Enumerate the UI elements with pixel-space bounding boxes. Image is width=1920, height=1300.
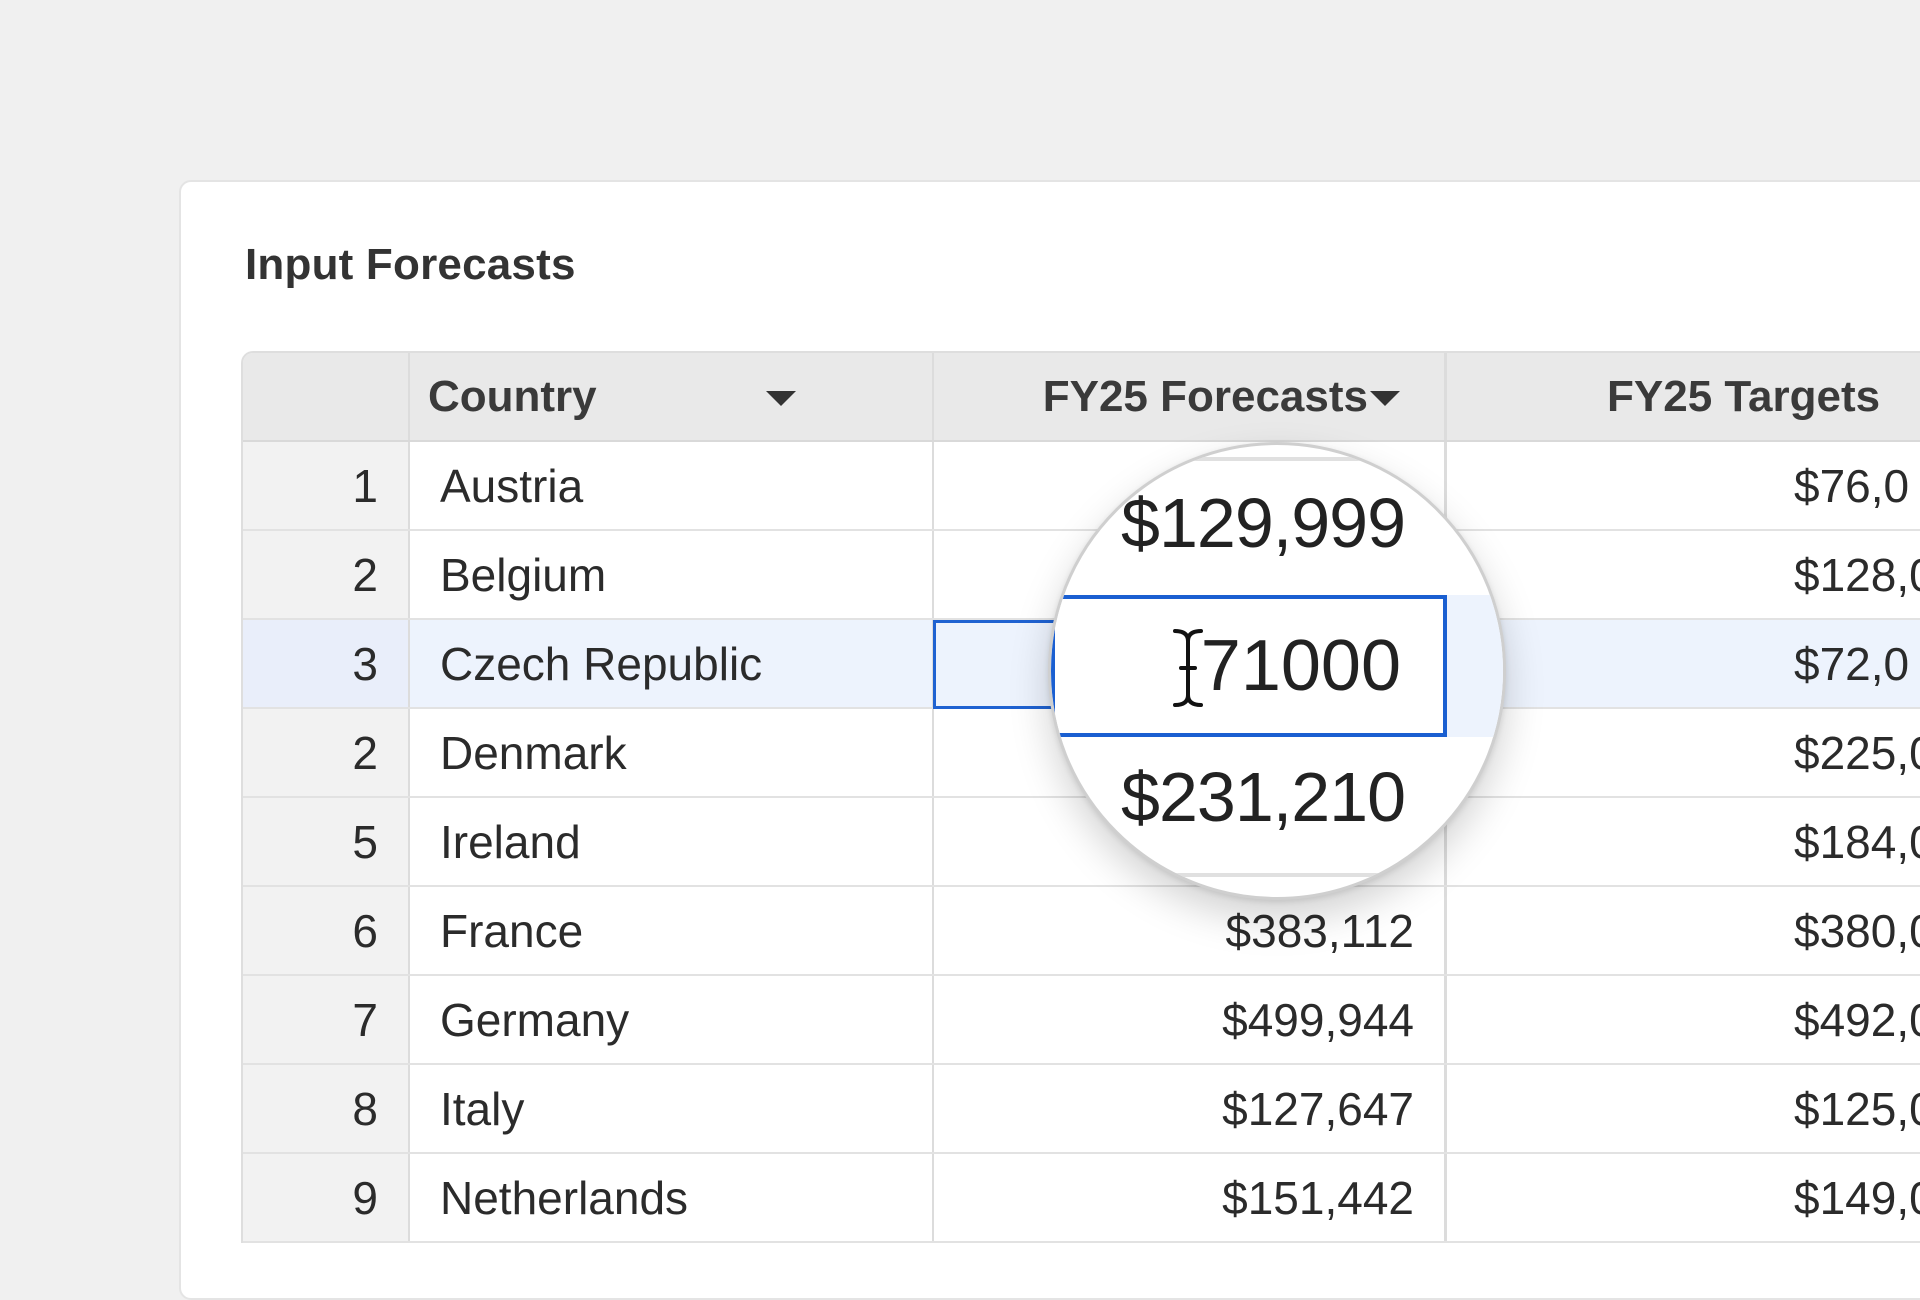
target-value: $492,0 bbox=[1794, 993, 1920, 1046]
country-cell[interactable]: Austria bbox=[410, 442, 934, 529]
header-forecasts-label: FY25 Forecasts bbox=[1042, 371, 1368, 421]
magnified-row-divider bbox=[1051, 873, 1503, 877]
target-cell[interactable]: $128,0 bbox=[1447, 531, 1920, 618]
country-cell[interactable]: Denmark bbox=[410, 709, 934, 796]
target-value: $380,0 bbox=[1794, 904, 1920, 957]
header-country-label: Country bbox=[428, 371, 597, 421]
row-index: 7 bbox=[243, 976, 410, 1063]
country-cell[interactable]: Belgium bbox=[410, 531, 934, 618]
target-value: $128,0 bbox=[1794, 548, 1920, 601]
row-index: 8 bbox=[243, 1065, 410, 1152]
magnified-edit-value[interactable]: 71000 bbox=[1201, 625, 1401, 707]
row-index: 2 bbox=[243, 531, 410, 618]
target-cell[interactable]: $225,0 bbox=[1447, 709, 1920, 796]
forecast-cell[interactable]: $499,944 bbox=[934, 976, 1447, 1063]
forecast-cell[interactable]: $151,442 bbox=[934, 1154, 1447, 1241]
header-forecasts[interactable]: FY25 Forecasts bbox=[934, 353, 1447, 440]
target-value: $149,0 bbox=[1794, 1171, 1920, 1224]
magnified-selected-row-tint bbox=[1447, 595, 1503, 737]
row-index: 6 bbox=[243, 887, 410, 974]
table-header: Country FY25 Forecasts FY25 Targets bbox=[243, 353, 1920, 442]
target-cell[interactable]: $125,0 bbox=[1447, 1065, 1920, 1152]
row-index: 3 bbox=[243, 620, 410, 707]
target-cell[interactable]: $184,0 bbox=[1447, 798, 1920, 885]
target-value: $225,0 bbox=[1794, 726, 1920, 779]
target-cell[interactable]: $149,0 bbox=[1447, 1154, 1920, 1241]
country-cell[interactable]: France bbox=[410, 887, 934, 974]
country-cell[interactable]: Italy bbox=[410, 1065, 934, 1152]
caret-down-icon[interactable] bbox=[1370, 391, 1400, 406]
panel-title: Input Forecasts bbox=[245, 240, 576, 289]
country-cell[interactable]: Germany bbox=[410, 976, 934, 1063]
country-cell[interactable]: Czech Republic bbox=[410, 620, 934, 707]
magnified-row-divider bbox=[1051, 457, 1503, 461]
magnified-value-below: $231,210 bbox=[1121, 758, 1406, 836]
target-value: $184,0 bbox=[1794, 815, 1920, 868]
table-row[interactable]: 6France$383,112 $380,0 bbox=[243, 887, 1920, 976]
header-targets-label: FY25 Targets bbox=[1607, 371, 1881, 421]
target-value: $125,0 bbox=[1794, 1082, 1920, 1135]
magnified-value-above: $129,999 bbox=[1121, 484, 1406, 562]
country-cell[interactable]: Ireland bbox=[410, 798, 934, 885]
row-index: 2 bbox=[243, 709, 410, 796]
header-index bbox=[243, 353, 410, 440]
table-row[interactable]: 9Netherlands$151,442 $149,0 bbox=[243, 1154, 1920, 1243]
target-value: $76,0 bbox=[1794, 459, 1910, 512]
target-value: $72,0 bbox=[1794, 637, 1910, 690]
target-cell[interactable]: $72,0 bbox=[1447, 620, 1920, 707]
magnified-edit-cell[interactable]: 71000 bbox=[1051, 595, 1447, 737]
country-cell[interactable]: Netherlands bbox=[410, 1154, 934, 1241]
header-country[interactable]: Country bbox=[410, 353, 934, 440]
table-row[interactable]: 1 Austria $76,0 bbox=[243, 442, 1920, 531]
row-index: 1 bbox=[243, 442, 410, 529]
magnifier-lens: $129,999 71000 $231,210 bbox=[1048, 442, 1506, 900]
target-cell[interactable]: $492,0 bbox=[1447, 976, 1920, 1063]
forecast-cell[interactable]: $383,112 bbox=[934, 887, 1447, 974]
header-targets[interactable]: FY25 Targets bbox=[1447, 353, 1920, 440]
table-row[interactable]: 8Italy$127,647 $125,0 bbox=[243, 1065, 1920, 1154]
row-index: 5 bbox=[243, 798, 410, 885]
forecast-table: Country FY25 Forecasts FY25 Targets 1 Aus… bbox=[241, 351, 1920, 1243]
target-cell[interactable]: $380,0 bbox=[1447, 887, 1920, 974]
row-index: 9 bbox=[243, 1154, 410, 1241]
table-row[interactable]: 7Germany$499,944 $492,0 bbox=[243, 976, 1920, 1065]
forecast-cell[interactable]: $127,647 bbox=[934, 1065, 1447, 1152]
caret-down-icon[interactable] bbox=[766, 391, 796, 406]
target-cell[interactable]: $76,0 bbox=[1447, 442, 1920, 529]
